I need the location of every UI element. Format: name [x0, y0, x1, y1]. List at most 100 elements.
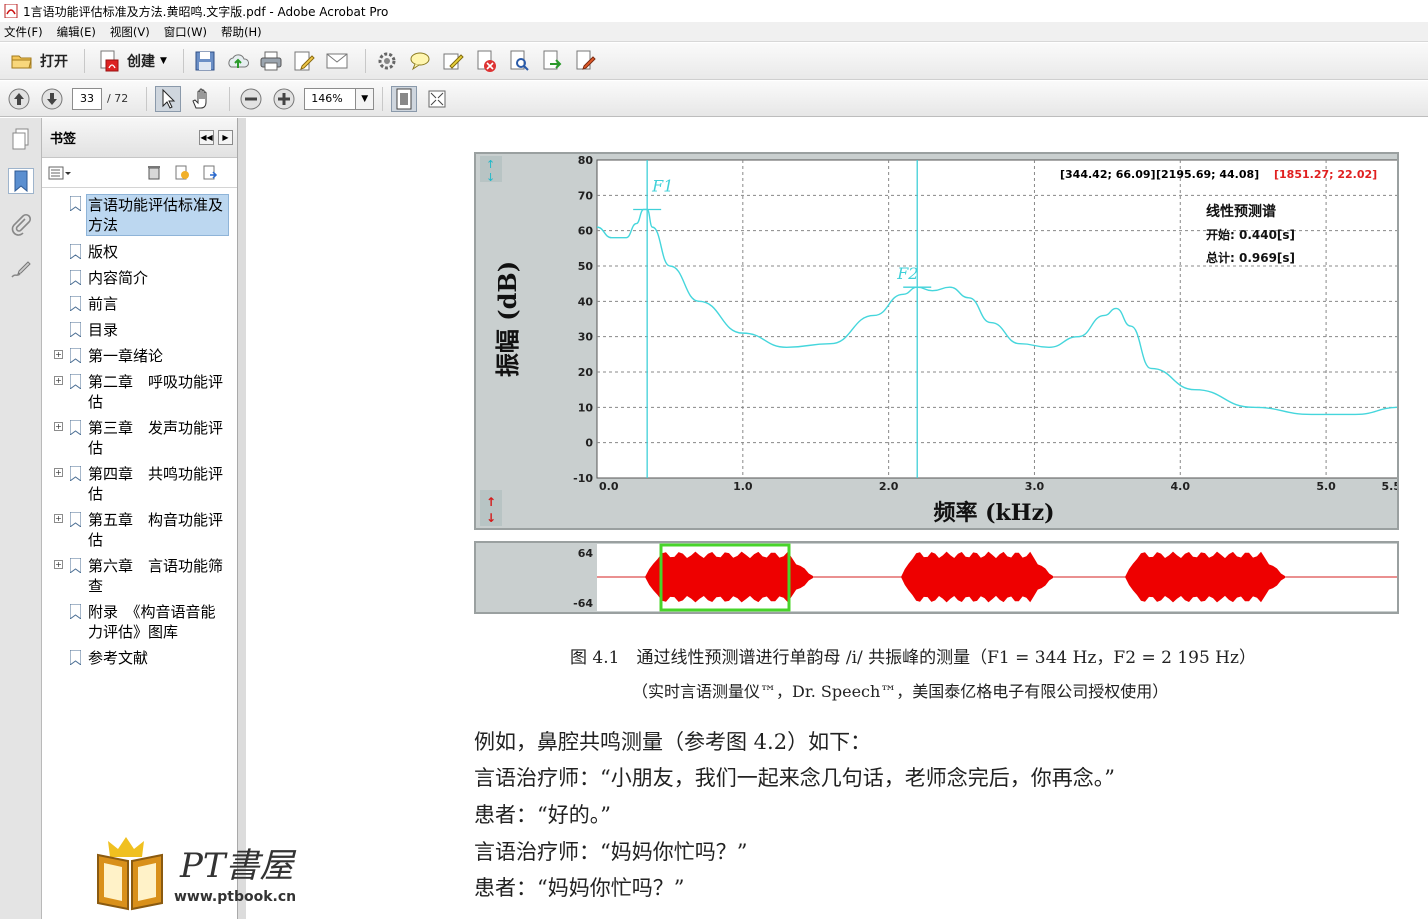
y-tick-label: 80: [578, 154, 594, 167]
menu-view[interactable]: 视图(V): [110, 24, 150, 40]
select-tool-button[interactable]: [155, 85, 182, 112]
bookmark-item[interactable]: + 第二章 呼吸功能评估: [48, 372, 224, 412]
formant-label: F2: [896, 264, 918, 283]
print-button[interactable]: [258, 48, 284, 74]
page-number-input[interactable]: 33: [72, 87, 102, 110]
panel-controls: ◀◀ ▶: [195, 130, 233, 145]
bookmark-item[interactable]: 版权: [48, 242, 234, 262]
next-page-button[interactable]: [39, 86, 65, 112]
bookmark-item[interactable]: + 第六章 言语功能筛查: [48, 556, 224, 596]
highlight-button[interactable]: [440, 48, 466, 74]
bookmark-item[interactable]: + 第一章绪论: [48, 346, 234, 366]
create-pdf-icon: [100, 50, 119, 72]
zoom-out-button[interactable]: [238, 86, 264, 112]
bookmark-icon: [70, 650, 81, 665]
x-tick-label: 1.0: [733, 480, 753, 493]
previous-page-button[interactable]: [6, 86, 32, 112]
page-thumbnails-button[interactable]: [8, 126, 34, 152]
bookmark-options-icon[interactable]: [48, 165, 72, 181]
bookmark-icon: [70, 322, 81, 337]
document-search-icon: [510, 50, 529, 71]
expand-icon[interactable]: +: [54, 376, 63, 385]
zoom-input[interactable]: 146%: [304, 87, 357, 110]
comment-icon: [410, 52, 430, 71]
expand-icon[interactable]: +: [54, 350, 63, 359]
export-document-icon: [543, 50, 562, 70]
zoom-dropdown-icon[interactable]: ▼: [356, 87, 375, 110]
bookmark-icon: [70, 196, 81, 211]
open-label: 打开: [40, 54, 68, 70]
cursor-readout: [1851.27; 22.02]: [1274, 168, 1377, 181]
menu-help[interactable]: 帮助(H): [221, 24, 262, 40]
cursor-readout: [344.42; 66.09]: [1060, 168, 1156, 181]
bookmark-item[interactable]: 内容简介: [48, 268, 234, 288]
expand-icon[interactable]: +: [54, 560, 63, 569]
fit-page-icon: [396, 88, 412, 109]
bookmark-icon: [70, 466, 81, 481]
panel-options-icon[interactable]: ▶: [218, 130, 233, 145]
toolbar-separator: [382, 86, 384, 111]
bookmark-item[interactable]: 目录: [48, 320, 234, 340]
x-tick-label: 4.0: [1171, 480, 1191, 493]
signatures-button[interactable]: [8, 256, 34, 282]
fit-page-button[interactable]: [391, 85, 418, 112]
formant-label: F1: [651, 176, 673, 195]
toolbar-separator: [364, 49, 366, 73]
bookmarks-header: 书签 ◀◀ ▶: [42, 118, 237, 158]
upload-button[interactable]: [225, 48, 251, 74]
window-title: 1言语功能评估标准及方法.黄昭鸣.文字版.pdf - Adobe Acrobat…: [23, 4, 389, 19]
bookmark-item[interactable]: 附录 《构音语音能力评估》图库: [48, 602, 224, 642]
redact-button[interactable]: [473, 48, 499, 74]
attachments-button[interactable]: [8, 212, 34, 238]
pdf-app-icon: [4, 4, 18, 18]
expand-icon[interactable]: +: [54, 468, 63, 477]
waveform-figure: 64 -64: [474, 541, 1399, 614]
pages-icon: [12, 128, 29, 150]
toolbar-separator: [229, 86, 231, 111]
edit-button[interactable]: [291, 48, 317, 74]
gear-icon: [378, 52, 396, 70]
hand-tool-button[interactable]: [188, 86, 214, 112]
expand-bookmark-icon[interactable]: [202, 164, 218, 180]
navigation-toolbar: 33 / 72 146% ▼: [0, 81, 1428, 117]
create-button[interactable]: 创建 ▼: [93, 47, 171, 75]
legend-text: 线性预测谱: [1206, 203, 1276, 220]
bookmark-icon: [70, 512, 81, 527]
collapse-panel-icon[interactable]: ◀◀: [199, 130, 214, 145]
email-button[interactable]: [324, 48, 350, 74]
menu-window[interactable]: 窗口(W): [164, 24, 207, 40]
watermark-title: PT書屋: [179, 846, 297, 886]
figure-credit: （实时言语测量仪™，Dr. Speech™，美国泰亿格电子有限公司授权使用）: [632, 682, 1169, 701]
save-icon: [195, 51, 215, 71]
new-bookmark-icon[interactable]: [174, 164, 190, 180]
cursor-readout: [2195.69; 44.08]: [1156, 168, 1259, 181]
menu-edit[interactable]: 编辑(E): [57, 24, 96, 40]
export-button[interactable]: [539, 48, 565, 74]
menu-file[interactable]: 文件(F): [4, 24, 43, 40]
panel-splitter[interactable]: [238, 118, 246, 919]
settings-button[interactable]: [374, 48, 400, 74]
delete-bookmark-icon[interactable]: [146, 164, 162, 180]
open-button[interactable]: 打开: [6, 47, 72, 75]
save-button[interactable]: [192, 48, 218, 74]
expand-icon[interactable]: +: [54, 514, 63, 523]
full-screen-button[interactable]: [424, 86, 450, 112]
watermark-logo: PT書屋 www.ptbook.cn: [92, 833, 332, 913]
comment-button[interactable]: [407, 48, 433, 74]
spectrum-figure: ↑ ↓ ↑ ↓ 80 70 60 50 40 30 20 10 0 -10 0.0 1.0 2.0 3.0 4.0 5…: [474, 152, 1401, 530]
bookmark-icon: [70, 270, 81, 285]
y-axis-title: 振幅 (dB): [493, 261, 522, 377]
bookmark-item[interactable]: + 第五章 构音功能评估: [48, 510, 224, 550]
zoom-in-button[interactable]: [271, 86, 297, 112]
bookmarks-button[interactable]: [8, 168, 34, 194]
bookmark-item[interactable]: 言语功能评估标准及方法: [48, 194, 230, 236]
bookmark-icon: [70, 374, 81, 389]
bookmark-item[interactable]: + 第四章 共鸣功能评估: [48, 464, 224, 504]
arrow-up-circle-icon: [8, 88, 30, 109]
expand-icon[interactable]: +: [54, 422, 63, 431]
bookmark-item[interactable]: + 第三章 发声功能评估: [48, 418, 224, 458]
sign-button[interactable]: [572, 48, 598, 74]
bookmark-item[interactable]: 参考文献: [48, 648, 234, 668]
search-doc-button[interactable]: [506, 48, 532, 74]
bookmark-item[interactable]: 前言: [48, 294, 234, 314]
